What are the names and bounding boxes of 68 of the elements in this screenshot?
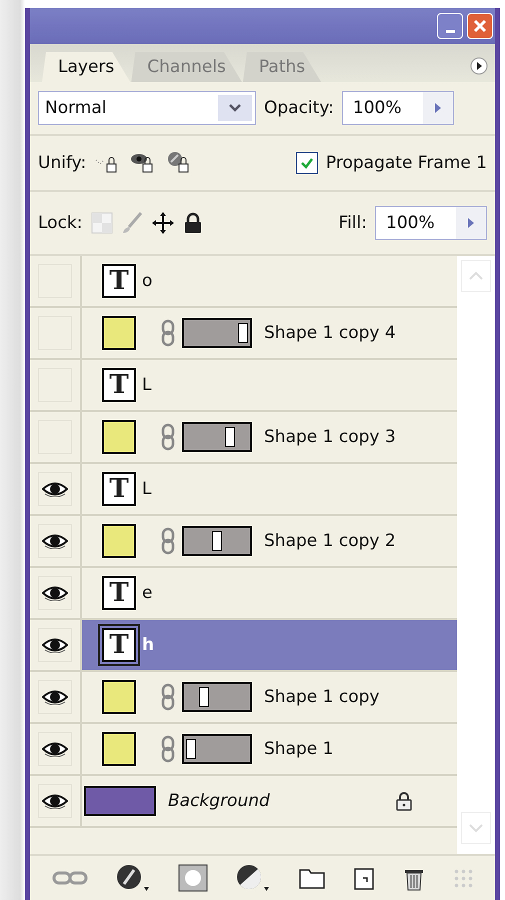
blend-mode-dropdown[interactable]: Normal: [38, 91, 256, 125]
layer-name: e: [142, 583, 152, 603]
text-layer-icon: T: [102, 576, 136, 610]
layer-row[interactable]: Shape 1: [82, 724, 457, 774]
propagate-label: Propagate Frame 1: [326, 153, 487, 173]
layer-name: Shape 1 copy 2: [264, 531, 396, 551]
folder-icon[interactable]: [298, 867, 325, 889]
eye-icon: [42, 585, 68, 601]
close-button[interactable]: [467, 13, 493, 39]
layer-row[interactable]: Shape 1 copy 4: [82, 308, 457, 358]
fill-field[interactable]: 100%: [375, 206, 487, 240]
chain-link-icon: [160, 683, 176, 711]
checkmark-icon: [300, 156, 314, 170]
vector-mask-thumbnail: [182, 682, 252, 712]
vector-mask-thumbnail: [182, 318, 252, 348]
vector-mask-thumbnail: [182, 734, 252, 764]
layer-row[interactable]: T e: [82, 568, 457, 618]
layer-row[interactable]: T L: [82, 360, 457, 410]
layer-name: L: [142, 375, 152, 395]
layer-row[interactable]: Shape 1 copy: [82, 672, 457, 722]
resize-grip-icon[interactable]: [452, 868, 473, 888]
vector-mask-thumbnail: [182, 526, 252, 556]
lock-icon[interactable]: [182, 212, 202, 234]
layer-row[interactable]: Shape 1 copy 2: [82, 516, 457, 566]
text-layer-icon: T: [102, 264, 136, 298]
layer-name: Background: [168, 791, 270, 811]
fill-label: Fill:: [338, 213, 367, 233]
layer-row[interactable]: Background: [82, 776, 457, 826]
slider-arrow-icon[interactable]: [434, 102, 442, 114]
eye-icon: [42, 741, 68, 757]
new-layer-icon[interactable]: [352, 866, 375, 890]
eye-icon: [42, 533, 68, 549]
eye-icon: [42, 481, 68, 497]
slider-arrow-icon[interactable]: [467, 217, 475, 229]
panel-menu-icon[interactable]: [469, 56, 489, 76]
layer-name: L: [142, 479, 152, 499]
layer-name: Shape 1 copy: [264, 687, 380, 707]
adjustment-layer-icon[interactable]: [236, 864, 270, 892]
text-layer-icon: T: [102, 472, 136, 506]
lock-label: Lock:: [38, 213, 82, 233]
close-icon: [471, 17, 489, 35]
layer-name: Shape 1: [264, 739, 334, 759]
layer-name: o: [142, 271, 152, 291]
layer-row[interactable]: T L: [82, 464, 457, 514]
chain-link-icon: [160, 423, 176, 451]
layer-name: Shape 1 copy 3: [264, 427, 396, 447]
layer-name: h: [142, 635, 154, 655]
layer-style-icon[interactable]: [116, 864, 150, 892]
propagate-checkbox[interactable]: [296, 152, 318, 174]
opacity-label: Opacity:: [264, 98, 334, 118]
layer-name: Shape 1 copy 4: [264, 323, 396, 343]
move-icon[interactable]: [150, 211, 174, 235]
minimize-button[interactable]: [437, 13, 463, 39]
layer-row[interactable]: Shape 1 copy 3: [82, 412, 457, 462]
layer-row[interactable]: T o: [82, 256, 457, 306]
layer-mask-icon[interactable]: [178, 864, 208, 892]
panel-tab[interactable]: Layers: [42, 52, 130, 82]
opacity-field[interactable]: 100%: [342, 91, 454, 125]
chain-link-icon: [160, 319, 176, 347]
eye-icon: [42, 793, 68, 809]
eye-icon: [42, 637, 68, 653]
unify-label: Unify:: [38, 153, 86, 173]
vector-mask-thumbnail: [182, 422, 252, 452]
eye-icon: [42, 689, 68, 705]
chain-link-icon: [160, 527, 176, 555]
text-layer-icon: T: [102, 368, 136, 402]
chain-link-icon: [160, 735, 176, 763]
layer-row[interactable]: T h: [82, 620, 457, 670]
